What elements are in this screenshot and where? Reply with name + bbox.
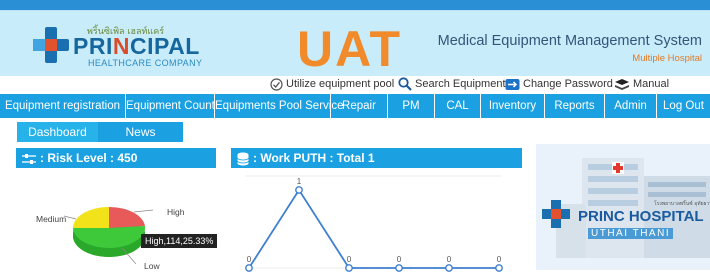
system-subtitle: Multiple Hospital (632, 53, 702, 64)
work-puth-panel: : Work PUTH : Total 1 0 1 0 0 0 0 (231, 148, 522, 274)
logo-brand: PRINCIPAL (73, 33, 200, 59)
work-line-chart[interactable]: 0 1 0 0 0 0 (231, 168, 522, 274)
change-password-icon (505, 78, 520, 90)
data-point (445, 264, 453, 272)
hospital-thai: โรงพยาบาลพริ้นซ์ อุทัยธานี (654, 201, 710, 207)
work-puth-header: : Work PUTH : Total 1 (231, 148, 522, 168)
manual-link[interactable]: Manual (614, 76, 669, 93)
data-point (495, 264, 503, 272)
risk-level-header: : Risk Level : 450 (16, 148, 216, 168)
series-line (248, 188, 499, 269)
search-equipment-link[interactable]: Search Equipment (398, 76, 506, 93)
nav-equipment-registration[interactable]: Equipment registration (0, 94, 126, 118)
logo-tagline: HEALTHCARE COMPANY (88, 58, 203, 68)
book-icon (615, 78, 629, 90)
data-point (395, 264, 403, 272)
pie-label-low: Low (144, 261, 160, 271)
utilize-pool-label: Utilize equipment pool (286, 78, 395, 90)
data-label: 1 (297, 177, 302, 186)
data-point (295, 186, 303, 194)
nav-inventory[interactable]: Inventory (481, 94, 545, 118)
main-nav: Equipment registration Equipment Count E… (0, 94, 710, 118)
change-password-label: Change Password (523, 78, 613, 90)
pie-slice-high (109, 206, 145, 228)
data-label: 0 (247, 255, 252, 264)
work-puth-title: : Work PUTH : Total 1 (253, 151, 375, 165)
hospital-name: PRINC HOSPITAL (578, 208, 704, 225)
pie-tooltip: High,114,25.33% (141, 234, 218, 248)
risk-level-panel: : Risk Level : 450 Medium High Low High,… (16, 148, 218, 274)
nav-equipments-pool-service[interactable]: Equipments Pool Service (215, 94, 343, 118)
nav-log-out[interactable]: Log Out (657, 94, 710, 118)
data-label: 0 (497, 255, 502, 264)
nav-repair[interactable]: Repair (331, 94, 388, 118)
toolbar: Utilize equipment pool Search Equipment … (0, 76, 710, 93)
hospital-image: PRINC HOSPITAL UTHAI THANI โรงพยาบาลพริ้… (536, 144, 710, 270)
tab-dashboard[interactable]: Dashboard (17, 122, 98, 142)
cross-logo-icon (33, 27, 69, 63)
company-logo[interactable]: พริ้นซิเพิล เฮลท์แคร์ PRINCIPAL HEALTHCA… (33, 23, 223, 68)
nav-admin[interactable]: Admin (605, 94, 657, 118)
nav-equipment-count[interactable]: Equipment Count (126, 94, 215, 118)
database-icon (237, 152, 249, 166)
data-point (245, 264, 253, 272)
sliders-icon (22, 153, 36, 164)
data-label: 0 (397, 255, 402, 264)
nav-cal[interactable]: CAL (435, 94, 481, 118)
utilize-pool-link[interactable]: Utilize equipment pool (270, 76, 394, 93)
top-strip (0, 0, 710, 10)
header: พริ้นซิเพิล เฮลท์แคร์ PRINCIPAL HEALTHCA… (0, 10, 710, 76)
check-circle-icon (270, 77, 283, 91)
system-title: Medical Equipment Management System (437, 33, 702, 49)
manual-label: Manual (633, 78, 670, 90)
data-label: 0 (347, 255, 352, 264)
pie-label-high: High (167, 207, 185, 217)
search-icon (398, 77, 412, 91)
app-window: พริ้นซิเพิล เฮลท์แคร์ PRINCIPAL HEALTHCA… (0, 0, 710, 274)
sub-nav: Dashboard News (0, 118, 710, 144)
risk-level-title: : Risk Level : 450 (40, 151, 138, 165)
environment-badge: UAT (297, 21, 403, 77)
nav-reports[interactable]: Reports (545, 94, 605, 118)
pie-slice-medium (73, 207, 109, 228)
data-label: 0 (447, 255, 452, 264)
tab-news[interactable]: News (98, 122, 183, 142)
nav-pm[interactable]: PM (388, 94, 435, 118)
hospital-sub: UTHAI THANI (588, 228, 674, 239)
search-equipment-label: Search Equipment (415, 78, 506, 90)
pie-label-medium: Medium (36, 214, 67, 224)
data-point (345, 264, 353, 272)
change-password-link[interactable]: Change Password (505, 76, 613, 93)
